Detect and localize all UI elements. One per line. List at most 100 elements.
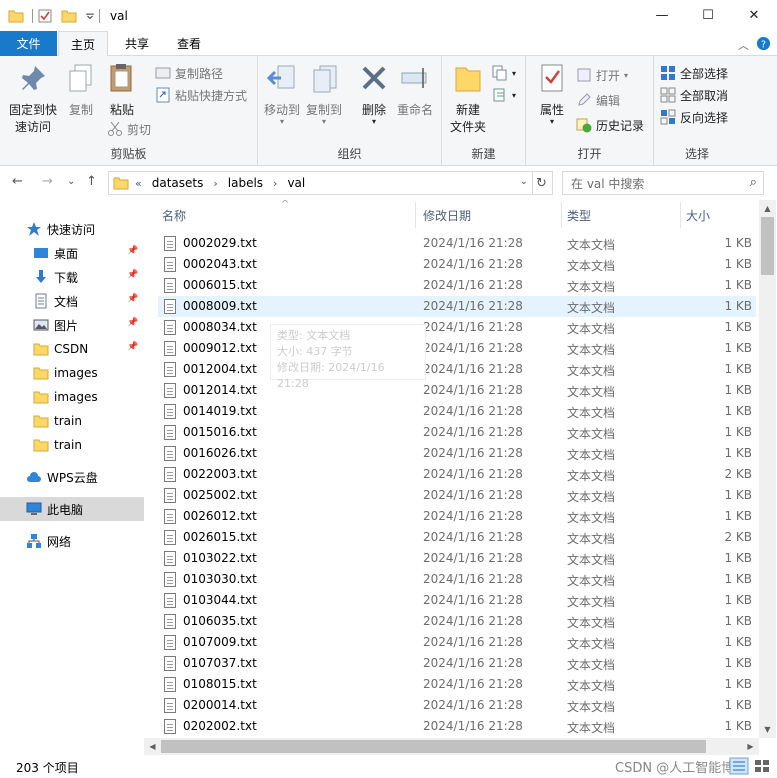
file-row[interactable]: 0108015.txt 2024/1/16 21:28 文本文档 1 KB (158, 674, 756, 695)
chevron-right-icon[interactable]: › (273, 177, 277, 190)
chevron-down-icon[interactable] (85, 8, 95, 24)
new-item-button[interactable]: ▾ (492, 62, 516, 84)
breadcrumb-val[interactable]: val (287, 176, 305, 190)
nav-item-images[interactable]: images (0, 361, 144, 385)
help-icon[interactable]: ? (756, 36, 771, 51)
scroll-thumb[interactable] (161, 740, 706, 753)
divider[interactable] (680, 202, 681, 228)
horizontal-scrollbar[interactable]: ◀ ▶ (144, 738, 759, 755)
chevron-right-icon[interactable]: › (213, 177, 217, 190)
select-none-button[interactable]: 全部取消 (660, 84, 728, 106)
close-button[interactable]: ✕ (731, 0, 777, 31)
invert-selection-button[interactable]: 反向选择 (660, 106, 728, 128)
nav-quick-access[interactable]: 快速访问 (0, 217, 144, 241)
file-row[interactable]: 0016026.txt 2024/1/16 21:28 文本文档 1 KB (158, 443, 756, 464)
nav-item-downloads[interactable]: 下载 📌 (0, 265, 144, 289)
file-row[interactable]: 0006015.txt 2024/1/16 21:28 文本文档 1 KB (158, 275, 756, 296)
collapse-ribbon-icon[interactable]: ︿ (738, 37, 749, 53)
search-input[interactable]: 在 val 中搜索 ⌕ (562, 171, 764, 195)
scroll-left-icon[interactable]: ◀ (144, 738, 161, 755)
search-icon[interactable]: ⌕ (750, 175, 757, 190)
file-row[interactable]: 0015016.txt 2024/1/16 21:28 文本文档 1 KB (158, 422, 756, 443)
details-view-icon[interactable] (729, 757, 749, 775)
file-row[interactable]: 0103030.txt 2024/1/16 21:28 文本文档 1 KB (158, 569, 756, 590)
file-row[interactable]: 0014019.txt 2024/1/16 21:28 文本文档 1 KB (158, 401, 756, 422)
tab-file[interactable]: 文件 (0, 31, 57, 56)
file-row[interactable]: 0107037.txt 2024/1/16 21:28 文本文档 1 KB (158, 653, 756, 674)
nav-item-desktop[interactable]: 桌面 📌 (0, 241, 144, 265)
breadcrumb-overflow-icon[interactable]: « (135, 177, 142, 190)
new-folder-icon[interactable] (61, 8, 77, 24)
divider[interactable] (415, 202, 416, 228)
breadcrumb-labels[interactable]: labels (228, 176, 263, 190)
large-icons-view-icon[interactable] (752, 757, 772, 775)
open-button[interactable]: 打开 ▾ (576, 64, 628, 86)
pin-quick-access-button[interactable]: 固定到快 速访问 (5, 62, 61, 136)
file-row[interactable]: 0008034.txt 2024/1/16 21:28 文本文档 1 KB (158, 317, 756, 338)
copy-to-button[interactable]: 复制到 ▾ (304, 62, 344, 126)
new-folder-button[interactable]: 新建 文件夹 (446, 62, 490, 136)
paste-shortcut-button[interactable]: 粘贴快捷方式 (155, 84, 247, 106)
file-row[interactable]: 0026015.txt 2024/1/16 21:28 文本文档 2 KB (158, 527, 756, 548)
nav-item-train[interactable]: train (0, 409, 144, 433)
file-row[interactable]: 0012014.txt 2024/1/16 21:28 文本文档 1 KB (158, 380, 756, 401)
file-row[interactable]: 0002029.txt 2024/1/16 21:28 文本文档 1 KB (158, 233, 756, 254)
file-row[interactable]: 0200014.txt 2024/1/16 21:28 文本文档 1 KB (158, 695, 756, 716)
tab-home[interactable]: 主页 (58, 31, 108, 57)
refresh-button[interactable]: ↻ (531, 171, 553, 195)
rename-button[interactable]: 重命名 (394, 62, 436, 119)
nav-item-documents[interactable]: 文档 📌 (0, 289, 144, 313)
properties-button[interactable]: 属性 ▾ (530, 62, 574, 126)
file-row[interactable]: 0002043.txt 2024/1/16 21:28 文本文档 1 KB (158, 254, 756, 275)
history-button[interactable]: 历史记录 (576, 114, 644, 136)
vertical-scrollbar[interactable]: ▲ ▼ (759, 200, 776, 738)
edit-button[interactable]: 编辑 (576, 89, 620, 111)
column-type[interactable]: 类型 (567, 207, 591, 224)
scroll-right-icon[interactable]: ▶ (742, 738, 759, 755)
cut-button[interactable]: 剪切 (107, 118, 151, 140)
file-row[interactable]: 0026012.txt 2024/1/16 21:28 文本文档 1 KB (158, 506, 756, 527)
address-bar[interactable]: « datasets › labels › val ⌄ (108, 171, 533, 195)
file-row[interactable]: 0103022.txt 2024/1/16 21:28 文本文档 1 KB (158, 548, 756, 569)
file-row[interactable]: 0022003.txt 2024/1/16 21:28 文本文档 2 KB (158, 464, 756, 485)
file-row[interactable]: 0103044.txt 2024/1/16 21:28 文本文档 1 KB (158, 590, 756, 611)
nav-item-csdn[interactable]: CSDN 📌 (0, 337, 144, 361)
chevron-down-icon[interactable]: ⌄ (520, 176, 528, 187)
scroll-down-icon[interactable]: ▼ (759, 721, 776, 738)
forward-button[interactable]: → (42, 174, 53, 189)
nav-item-pictures[interactable]: 图片 📌 (0, 313, 144, 337)
move-to-button[interactable]: 移动到 ▾ (262, 62, 302, 126)
easy-access-button[interactable]: ▾ (492, 84, 516, 106)
file-row[interactable]: 0008009.txt 2024/1/16 21:28 文本文档 1 KB (158, 296, 756, 317)
column-name[interactable]: 名称 (162, 207, 186, 224)
nav-item-train[interactable]: train (0, 433, 144, 457)
nav-item-images[interactable]: images (0, 385, 144, 409)
scroll-thumb[interactable] (761, 217, 774, 275)
column-date[interactable]: 修改日期 (423, 207, 471, 224)
tab-share[interactable]: 共享 (116, 31, 158, 56)
recent-locations-button[interactable]: ⌄ (67, 176, 75, 187)
file-row[interactable]: 0012004.txt 2024/1/16 21:28 文本文档 1 KB (158, 359, 756, 380)
file-row[interactable]: 0107009.txt 2024/1/16 21:28 文本文档 1 KB (158, 632, 756, 653)
tab-view[interactable]: 查看 (168, 31, 210, 56)
copy-button[interactable]: 复制 (64, 62, 98, 119)
select-all-button[interactable]: 全部选择 (660, 62, 728, 84)
minimize-button[interactable]: — (639, 0, 685, 31)
nav-item-wps-cloud[interactable]: WPS云盘 (0, 465, 144, 489)
file-row[interactable]: 0009012.txt 2024/1/16 21:28 文本文档 1 KB (158, 338, 756, 359)
back-button[interactable]: ← (12, 174, 23, 189)
paste-button[interactable]: 粘贴 (104, 62, 140, 119)
breadcrumb-datasets[interactable]: datasets (152, 176, 204, 190)
file-row[interactable]: 0202002.txt 2024/1/16 21:28 文本文档 1 KB (158, 716, 756, 737)
column-size[interactable]: 大小 (686, 207, 710, 224)
maximize-button[interactable]: ☐ (685, 0, 731, 31)
nav-item-this-pc[interactable]: 此电脑 (0, 497, 144, 521)
copy-path-button[interactable]: 复制路径 (155, 62, 223, 84)
properties-icon[interactable] (37, 8, 53, 24)
file-row[interactable]: 0106035.txt 2024/1/16 21:28 文本文档 1 KB (158, 611, 756, 632)
nav-item-network[interactable]: 网络 (0, 529, 144, 553)
up-button[interactable]: ↑ (86, 174, 97, 189)
delete-button[interactable]: 删除 ▾ (354, 62, 394, 126)
file-row[interactable]: 0025002.txt 2024/1/16 21:28 文本文档 1 KB (158, 485, 756, 506)
divider[interactable] (561, 202, 562, 228)
